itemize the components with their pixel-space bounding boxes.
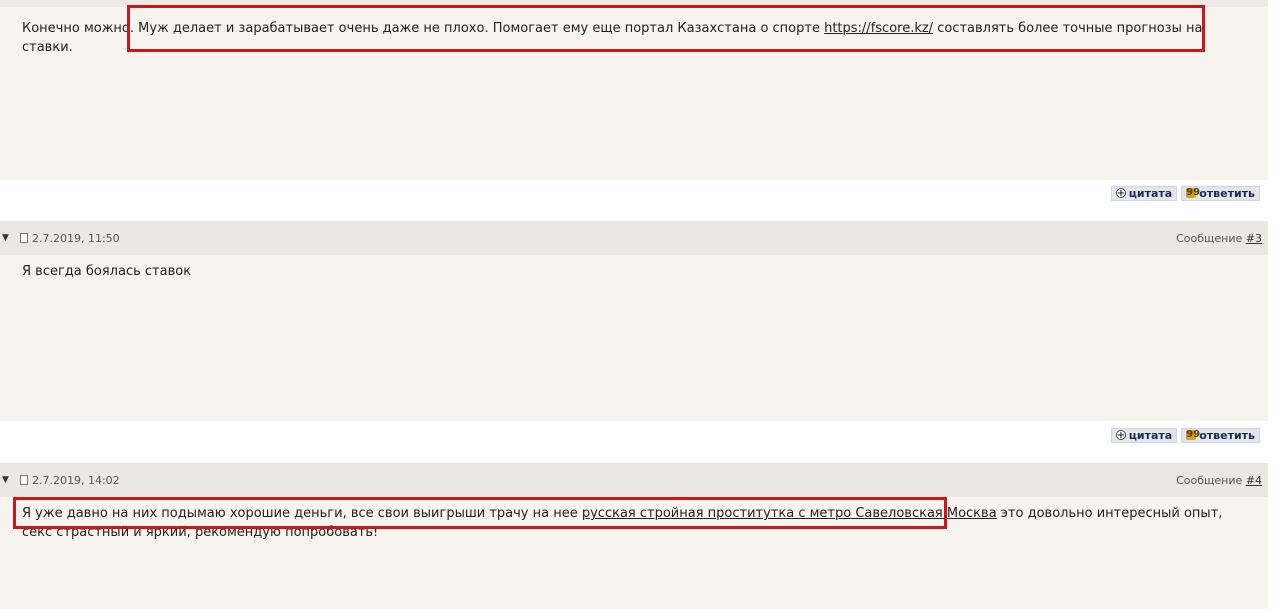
post-date: 2.7.2019, 14:02 — [32, 473, 120, 487]
quote-label: цитата — [1128, 428, 1173, 442]
post-link-fscore[interactable]: https://fscore.kz/ — [824, 21, 933, 36]
reply-label: ответить — [1199, 428, 1255, 442]
post-body-1: Конечно можно. Муж делает и зарабатывает… — [0, 0, 1268, 180]
reply-icon: 99 — [1186, 429, 1201, 440]
reply-label: ответить — [1199, 186, 1255, 200]
message-permalink[interactable]: #4 — [1246, 474, 1262, 487]
message-number: Сообщение #4 — [1176, 474, 1262, 487]
post-body-3: Я всегда боялась ставок — [0, 255, 1268, 421]
reply-button[interactable]: 99 ответить — [1181, 427, 1260, 443]
post-text-before: Конечно можно. Муж делает и зарабатывает… — [22, 21, 825, 36]
reply-button[interactable]: 99 ответить — [1181, 185, 1260, 201]
plus-circle-icon: + — [1115, 430, 1126, 441]
message-number: Сообщение #3 — [1176, 232, 1262, 245]
message-permalink[interactable]: #3 — [1246, 232, 1262, 245]
message-label: Сообщение — [1176, 231, 1243, 245]
post-header-4: ▼ 2.7.2019, 14:02 Сообщение #4 — [0, 463, 1268, 497]
document-icon — [20, 475, 28, 485]
post-date: 2.7.2019, 11:50 — [32, 231, 120, 245]
forum-page: Конечно можно. Муж делает и зарабатывает… — [0, 0, 1280, 609]
plus-circle-icon: + — [1115, 188, 1126, 199]
post-text-before: Я уже давно на них подымаю хорошие деньг… — [22, 506, 582, 521]
post-header-3: ▼ 2.7.2019, 11:50 Сообщение #3 — [0, 221, 1268, 255]
collapse-toggle-icon[interactable]: ▼ — [2, 475, 10, 485]
post-text: Я всегда боялась ставок — [22, 264, 192, 279]
reply-icon: 99 — [1186, 187, 1201, 198]
quote-button[interactable]: + цитата — [1110, 185, 1178, 201]
message-label: Сообщение — [1176, 473, 1243, 487]
collapse-toggle-icon[interactable]: ▼ — [2, 233, 10, 243]
post-body-4: Я уже давно на них подымаю хорошие деньг… — [0, 497, 1268, 609]
quote-button[interactable]: + цитата — [1110, 427, 1178, 443]
post-top-strip — [0, 0, 1268, 7]
quote-label: цитата — [1128, 186, 1173, 200]
document-icon — [20, 233, 28, 243]
post-link-ad[interactable]: русская стройная проститутка с метро Сав… — [582, 506, 997, 521]
post-actions-3: + цитата 99 ответить — [1110, 427, 1260, 443]
post-actions-1: + цитата 99 ответить — [1110, 185, 1260, 201]
